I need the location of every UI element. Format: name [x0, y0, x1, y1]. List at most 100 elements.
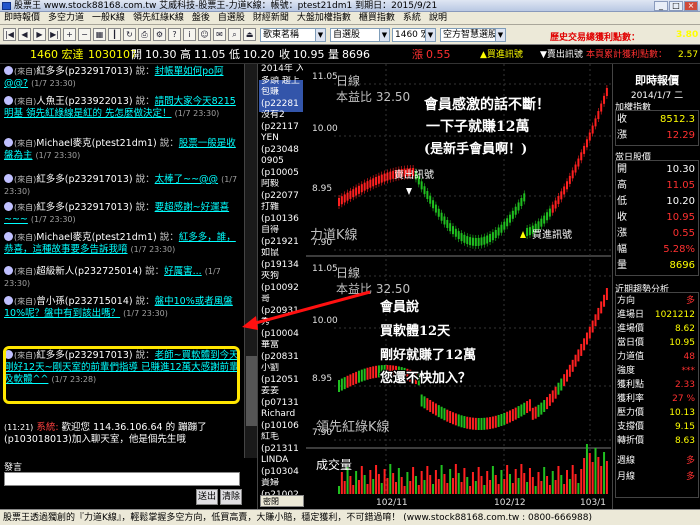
- exit-icon[interactable]: ⏏: [243, 28, 256, 41]
- user-list-item[interactable]: (p10005: [261, 168, 303, 178]
- volume-bar: [503, 479, 506, 494]
- group-select[interactable]: 自選股 ▼: [330, 28, 390, 42]
- candle: [352, 373, 355, 386]
- kline-icon[interactable]: ┃: [108, 28, 121, 41]
- chart-icon[interactable]: ▦: [93, 28, 106, 41]
- user-list-item[interactable]: (p10092: [261, 283, 303, 293]
- clear-button[interactable]: 清除: [220, 489, 242, 505]
- stock-name-select[interactable]: 歌東茗稱 ▼: [260, 28, 326, 42]
- volume-bar: [395, 482, 397, 494]
- candle: [443, 408, 446, 421]
- user-list-item[interactable]: 貴婦: [261, 478, 303, 488]
- minimize-button[interactable]: _: [654, 1, 668, 11]
- quote-symbol: 1460 宏達: [30, 48, 84, 61]
- help-icon[interactable]: ?: [168, 28, 181, 41]
- quote-change: 0.55: [426, 48, 451, 61]
- chevron-down-icon: ▼: [315, 29, 325, 41]
- user-list-item[interactable]: (p21921: [261, 237, 303, 247]
- menu-help[interactable]: 說明: [425, 12, 451, 24]
- chat-message: (來自)紅多多(p232917013) 說：太棒了~~@@ (1/7 23:30…: [4, 174, 238, 196]
- volume-bar: [377, 474, 380, 494]
- menu-after-hours[interactable]: 盤後: [188, 12, 214, 24]
- user-list-item[interactable]: 沒有2: [261, 110, 303, 120]
- volume-bar: [338, 486, 340, 494]
- user-icon[interactable]: ☺: [198, 28, 211, 41]
- user-list-item[interactable]: YEN: [261, 133, 303, 143]
- user-list-item[interactable]: (p10136: [261, 214, 303, 224]
- zoom-out-icon[interactable]: −: [78, 28, 91, 41]
- user-list-item[interactable]: (p21311: [261, 444, 303, 454]
- send-button[interactable]: 送出: [196, 489, 218, 505]
- menu-lead-kline[interactable]: 領先紅綠K線: [129, 12, 188, 24]
- user-list-item[interactable]: 阿毅: [261, 179, 303, 189]
- user-list-item[interactable]: (p19134: [261, 260, 303, 270]
- user-list-item[interactable]: 紅毛: [261, 432, 303, 442]
- chat-input[interactable]: [4, 472, 240, 486]
- buy-signal-label: 買進訊號: [532, 230, 572, 241]
- user-list-item[interactable]: (p10106: [261, 421, 303, 431]
- first-icon[interactable]: |◀: [3, 28, 16, 41]
- user-list-item[interactable]: 姜姜: [261, 386, 303, 396]
- next-icon[interactable]: ▶: [33, 28, 46, 41]
- user-list-item[interactable]: (p22281: [261, 99, 303, 109]
- menu-news[interactable]: 財經新聞: [249, 12, 293, 24]
- maximize-button[interactable]: □: [669, 1, 683, 11]
- last-icon[interactable]: ▶|: [48, 28, 61, 41]
- user-list-item[interactable]: 華富: [261, 340, 303, 350]
- user-list-item[interactable]: (p22077: [261, 191, 303, 201]
- candle: [534, 406, 537, 419]
- menu-force[interactable]: 多空力道: [44, 12, 88, 24]
- menu-index[interactable]: 大盤加權指數: [293, 12, 355, 24]
- search-icon[interactable]: ⌕: [228, 28, 241, 41]
- smiley-icon: [4, 174, 13, 183]
- user-list-item[interactable]: (p07131: [261, 398, 303, 408]
- menu-otc[interactable]: 櫃買指數: [355, 12, 399, 24]
- chat-scrollbar[interactable]: [244, 64, 257, 458]
- user-list-item[interactable]: (p23048: [261, 145, 303, 155]
- user-list-item[interactable]: 0905: [261, 156, 303, 166]
- user-list-item[interactable]: 多頭 趨上: [261, 76, 303, 86]
- zoom-in-icon[interactable]: +: [63, 28, 76, 41]
- volume-bar: [480, 476, 483, 494]
- scrollbar-thumb[interactable]: [246, 356, 257, 426]
- user-list-item[interactable]: 夾狗: [261, 271, 303, 281]
- user-list-item[interactable]: 2014年 入會: [261, 64, 303, 74]
- prev-icon[interactable]: ◀: [18, 28, 31, 41]
- volume-bar: [571, 465, 574, 494]
- menu-watchlist[interactable]: 自選股: [214, 12, 249, 24]
- window-titlebar: 股票王 www.stock88168.com.tw 艾威科技-股票王-力道K線：…: [0, 0, 700, 12]
- menu-realtime-quote[interactable]: 即時報價: [0, 12, 44, 24]
- quote-volume: 8696: [342, 48, 370, 61]
- print-icon[interactable]: ⎙: [138, 28, 151, 41]
- info-icon[interactable]: i: [183, 28, 196, 41]
- chart-area: 日線 本益比 32.50 力道K線 賣出訊號 買進訊號 日線 本益比 32.50…: [306, 64, 611, 509]
- chat-message: (來自)超級新人(p232725014) 說：好厲害... (1/7 23:30…: [4, 266, 221, 288]
- candle: [509, 410, 511, 423]
- close-button[interactable]: ×: [684, 1, 698, 11]
- strategy-select[interactable]: 空方智慧選股 ▼: [440, 28, 506, 42]
- user-list-item[interactable]: (p12051: [261, 375, 303, 385]
- mail-icon[interactable]: ✉: [213, 28, 226, 41]
- menu-kline[interactable]: 一般K線: [88, 12, 129, 24]
- mid-chart-indicator: 本益比 32.50: [336, 282, 411, 296]
- candle: [497, 414, 500, 427]
- user-list-item[interactable]: 如鼠: [261, 248, 303, 258]
- stock-select[interactable]: 1460 宏達 ▼: [392, 28, 436, 42]
- menu-system[interactable]: 系統: [399, 12, 425, 24]
- user-list-item[interactable]: (p22117: [261, 122, 303, 132]
- candle: [346, 375, 349, 388]
- refresh-icon[interactable]: ↻: [123, 28, 136, 41]
- status-bar: 股票王透過獨創的『力道K線』，輕鬆掌握多空方向，低買高賣，大賺小賠，穩定獲利，不…: [0, 509, 700, 525]
- user-list-item[interactable]: 自得: [261, 225, 303, 235]
- user-list-scroll[interactable]: 密閉: [260, 495, 304, 507]
- user-list-item[interactable]: Richard: [261, 409, 303, 419]
- volume-bar: [417, 485, 420, 494]
- user-list-item[interactable]: LINDA: [261, 455, 303, 465]
- candle: [466, 416, 469, 429]
- user-list-item[interactable]: (p10304: [261, 467, 303, 477]
- user-list-item[interactable]: 小劉: [261, 363, 303, 373]
- settings-icon[interactable]: ⚙: [153, 28, 166, 41]
- user-list-item[interactable]: 包賺: [261, 87, 303, 97]
- user-list-item[interactable]: (p20831: [261, 352, 303, 362]
- user-list-item[interactable]: 打雜: [261, 202, 303, 212]
